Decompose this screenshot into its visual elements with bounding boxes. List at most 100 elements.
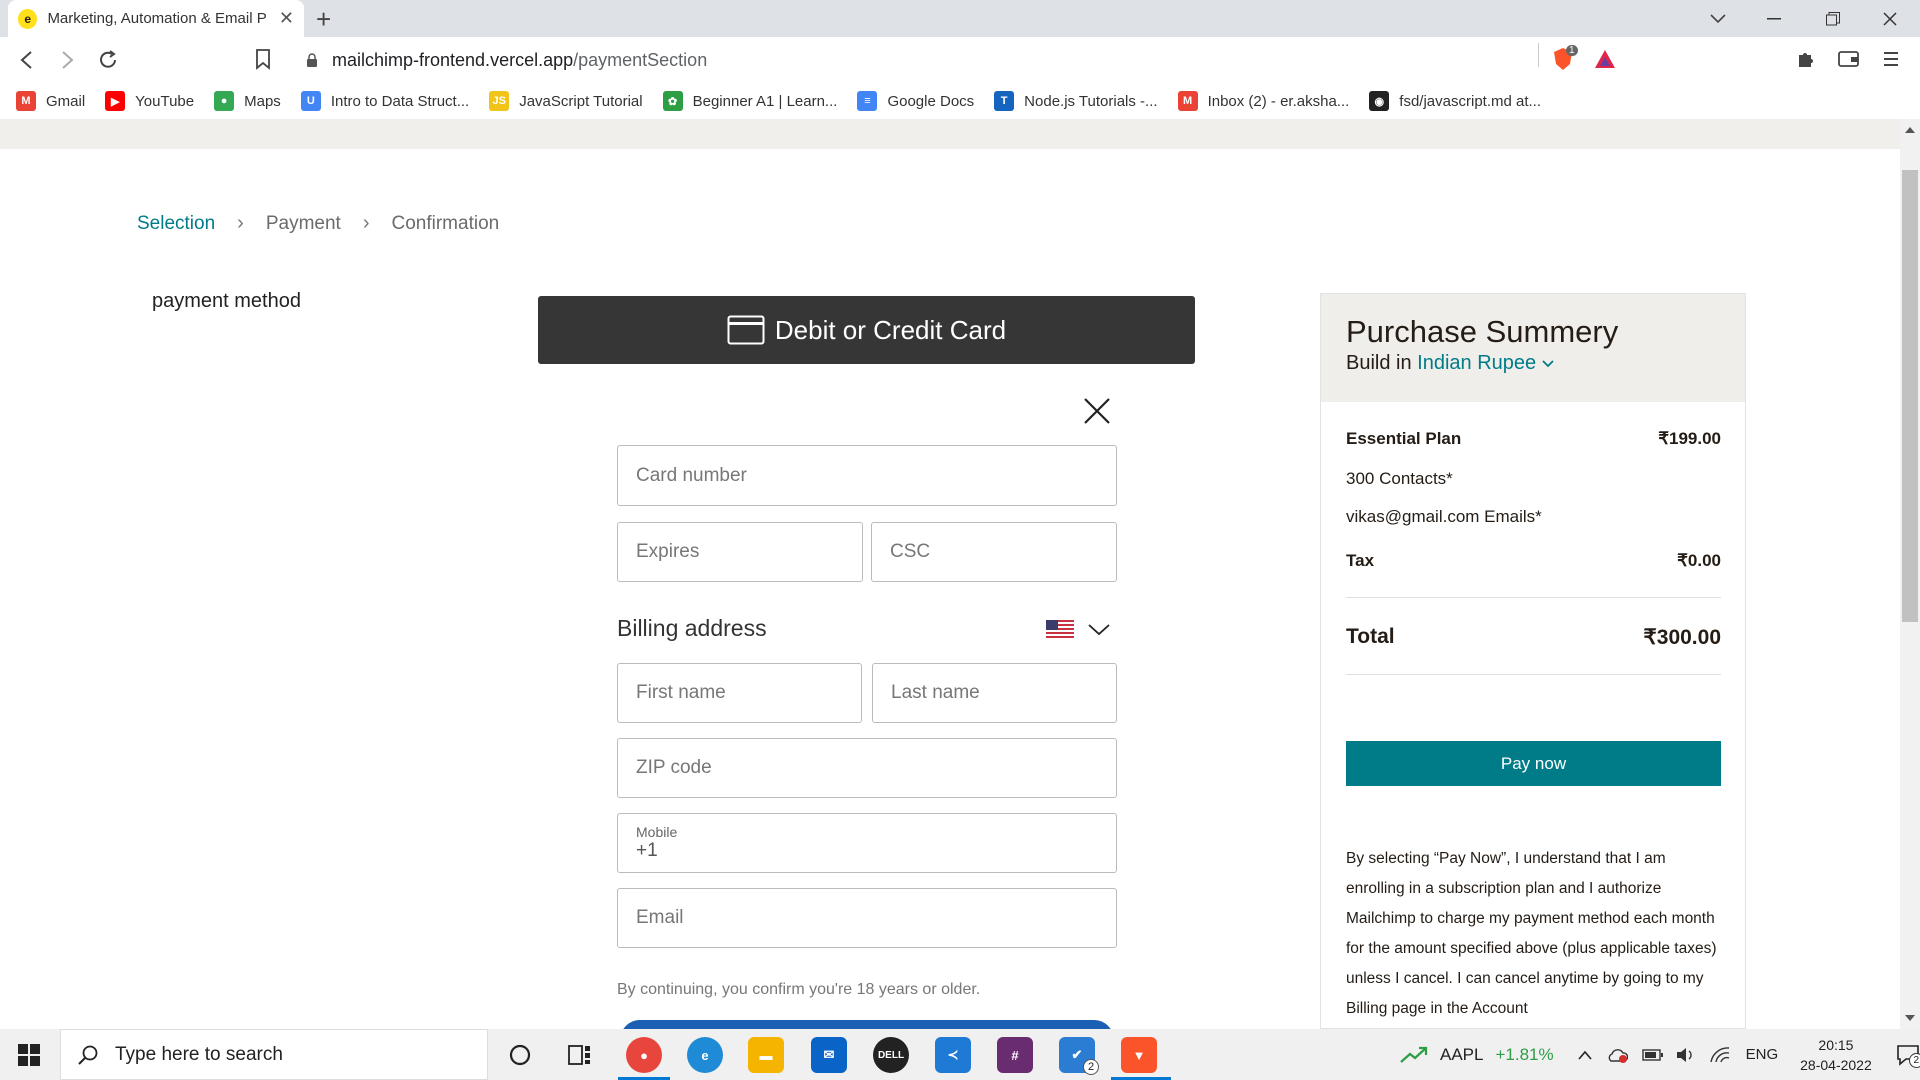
gmail-icon: M [16, 91, 36, 111]
currency-dropdown[interactable]: Indian Rupee [1417, 352, 1554, 374]
new-tab-icon[interactable]: + [316, 4, 331, 35]
mail-taskbar-icon[interactable]: ✉ [811, 1037, 847, 1073]
stock-symbol[interactable]: AAPL [1440, 1045, 1483, 1065]
billing-address-title: Billing address [617, 615, 767, 641]
legal-text: By selecting “Pay Now”, I understand tha… [1346, 850, 1717, 1017]
reload-icon[interactable] [96, 48, 120, 72]
bookmark-label: Google Docs [887, 92, 975, 110]
gmail-inbox-icon: M [1177, 91, 1198, 111]
mailchimp-favicon-icon: e [18, 8, 38, 29]
slack-taskbar-icon[interactable]: # [997, 1037, 1033, 1073]
build-in-label: Build in [1346, 352, 1412, 374]
forward-icon[interactable] [56, 49, 78, 71]
extensions-icon[interactable] [1796, 49, 1816, 69]
wallet-icon[interactable] [1838, 50, 1860, 68]
summary-currency-line: Build in Indian Rupee [1346, 352, 1720, 375]
task-view-icon[interactable] [568, 1043, 592, 1067]
bookmark-item[interactable]: JS JavaScript Tutorial [489, 91, 643, 111]
todo-badge: 2 [1083, 1059, 1099, 1075]
volume-icon[interactable] [1676, 1047, 1696, 1063]
language-indicator[interactable]: ENG [1746, 1046, 1779, 1063]
csc-input[interactable]: CSC [871, 522, 1117, 582]
purchase-summary-panel: Purchase Summery Build in Indian Rupee E… [1320, 293, 1746, 1029]
debit-credit-card-tab[interactable]: Debit or Credit Card [538, 296, 1195, 364]
brave-rewards-icon[interactable] [1594, 49, 1616, 69]
summary-divider [1346, 674, 1721, 675]
windows-start-icon[interactable] [18, 1044, 40, 1066]
youtube-icon: ▶ [105, 91, 126, 111]
notifications-icon[interactable]: 2 [1896, 1044, 1920, 1068]
us-flag-icon [1046, 620, 1074, 640]
cortana-icon[interactable] [508, 1043, 532, 1067]
step-confirmation[interactable]: Confirmation [392, 213, 500, 235]
taskbar-search-input[interactable]: Type here to search [60, 1029, 488, 1080]
chevron-down-icon [1088, 624, 1110, 636]
emails-text: vikas@gmail.com Emails* [1346, 507, 1542, 526]
battery-icon[interactable] [1641, 1048, 1664, 1061]
close-form-icon[interactable] [1082, 396, 1112, 426]
window-close-icon[interactable] [1872, 6, 1908, 32]
brave-taskbar-icon[interactable]: ▼ [1121, 1037, 1157, 1073]
zip-code-input[interactable]: ZIP code [617, 738, 1117, 798]
bookmark-label: Beginner A1 | Learn... [692, 92, 838, 110]
restore-icon[interactable] [1815, 6, 1851, 32]
step-selection[interactable]: Selection [137, 213, 215, 235]
bookmark-item[interactable]: ✿ Beginner A1 | Learn... [662, 91, 838, 111]
country-select[interactable] [1046, 620, 1110, 640]
duolingo-icon: ✿ [662, 91, 683, 111]
pay-now-button[interactable]: Pay now [1346, 741, 1721, 786]
email-input[interactable]: Email [617, 888, 1117, 948]
step-payment[interactable]: Payment [266, 213, 341, 235]
mobile-input[interactable]: Mobile +1 [617, 813, 1117, 873]
card-tab-label: Debit or Credit Card [774, 314, 1007, 345]
bookmark-icon[interactable] [254, 48, 272, 70]
emails-row: vikas@gmail.com Emails* [1346, 507, 1721, 527]
tab-search-chevron-icon[interactable] [1700, 6, 1736, 32]
udemy-icon: U [300, 91, 321, 111]
bookmark-item[interactable]: T Node.js Tutorials -... [994, 91, 1158, 111]
bookmark-label: Gmail [46, 92, 86, 110]
clock-time: 20:15 [1818, 1036, 1854, 1053]
omnibox-divider [1538, 43, 1539, 67]
file-explorer-taskbar-icon[interactable]: ▬ [748, 1037, 784, 1073]
show-hidden-icons-icon[interactable] [1578, 1050, 1592, 1060]
bookmark-item[interactable]: M Gmail [16, 91, 85, 111]
windows-taskbar: Type here to search ● e ▬ ✉ DELL ≺ # ✔ 2… [0, 1029, 1920, 1080]
bookmark-item[interactable]: ≡ Google Docs [857, 91, 974, 111]
last-name-input[interactable]: Last name [872, 663, 1117, 723]
url-path: /paymentSection [573, 49, 708, 70]
clock[interactable]: 20:15 28-04-2022 [1800, 1035, 1872, 1075]
page-header-band [0, 119, 1900, 149]
bookmark-item[interactable]: M Inbox (2) - er.aksha... [1177, 91, 1349, 111]
onedrive-icon[interactable] [1606, 1047, 1628, 1063]
edge-taskbar-icon[interactable]: e [687, 1037, 723, 1073]
contacts-text: 300 Contacts* [1346, 469, 1453, 488]
bookmark-item[interactable]: ● Maps [214, 91, 281, 111]
vscode-taskbar-icon[interactable]: ≺ [935, 1037, 971, 1073]
first-name-input[interactable]: First name [617, 663, 862, 723]
bookmark-label: fsd/javascript.md at... [1399, 92, 1542, 110]
browser-tab[interactable]: e Marketing, Automation & Email P ✕ [8, 0, 304, 37]
card-number-input[interactable]: Card number [617, 445, 1117, 506]
tab-close-icon[interactable]: ✕ [279, 8, 294, 29]
brave-shields-icon[interactable]: 1 [1552, 45, 1578, 73]
bookmark-item[interactable]: ◉ fsd/javascript.md at... [1369, 91, 1541, 111]
checkout-steps: Selection › Payment › Confirmation [137, 212, 499, 235]
notification-count: 2 [1908, 1052, 1920, 1068]
chevron-right-icon: › [362, 212, 370, 234]
clock-date: 28-04-2022 [1800, 1056, 1872, 1073]
menu-icon[interactable] [1884, 50, 1898, 68]
bookmark-item[interactable]: U Intro to Data Struct... [300, 91, 469, 111]
address-bar[interactable]: mailchimp-frontend.vercel.app/paymentSec… [292, 43, 1592, 77]
contacts-row: 300 Contacts* [1346, 469, 1721, 489]
chevron-down-icon [1542, 360, 1554, 368]
chrome-taskbar-icon[interactable]: ● [626, 1037, 662, 1073]
browser-toolbar: mailchimp-frontend.vercel.app/paymentSec… [0, 37, 1920, 83]
minimize-icon[interactable] [1756, 6, 1792, 32]
expires-input[interactable]: Expires [617, 522, 863, 582]
back-icon[interactable] [16, 49, 38, 71]
bookmark-item[interactable]: ▶ YouTube [105, 91, 194, 111]
wifi-icon[interactable] [1709, 1046, 1730, 1063]
scrollbar-thumb[interactable] [1902, 170, 1918, 622]
dell-taskbar-icon[interactable]: DELL [873, 1037, 909, 1073]
